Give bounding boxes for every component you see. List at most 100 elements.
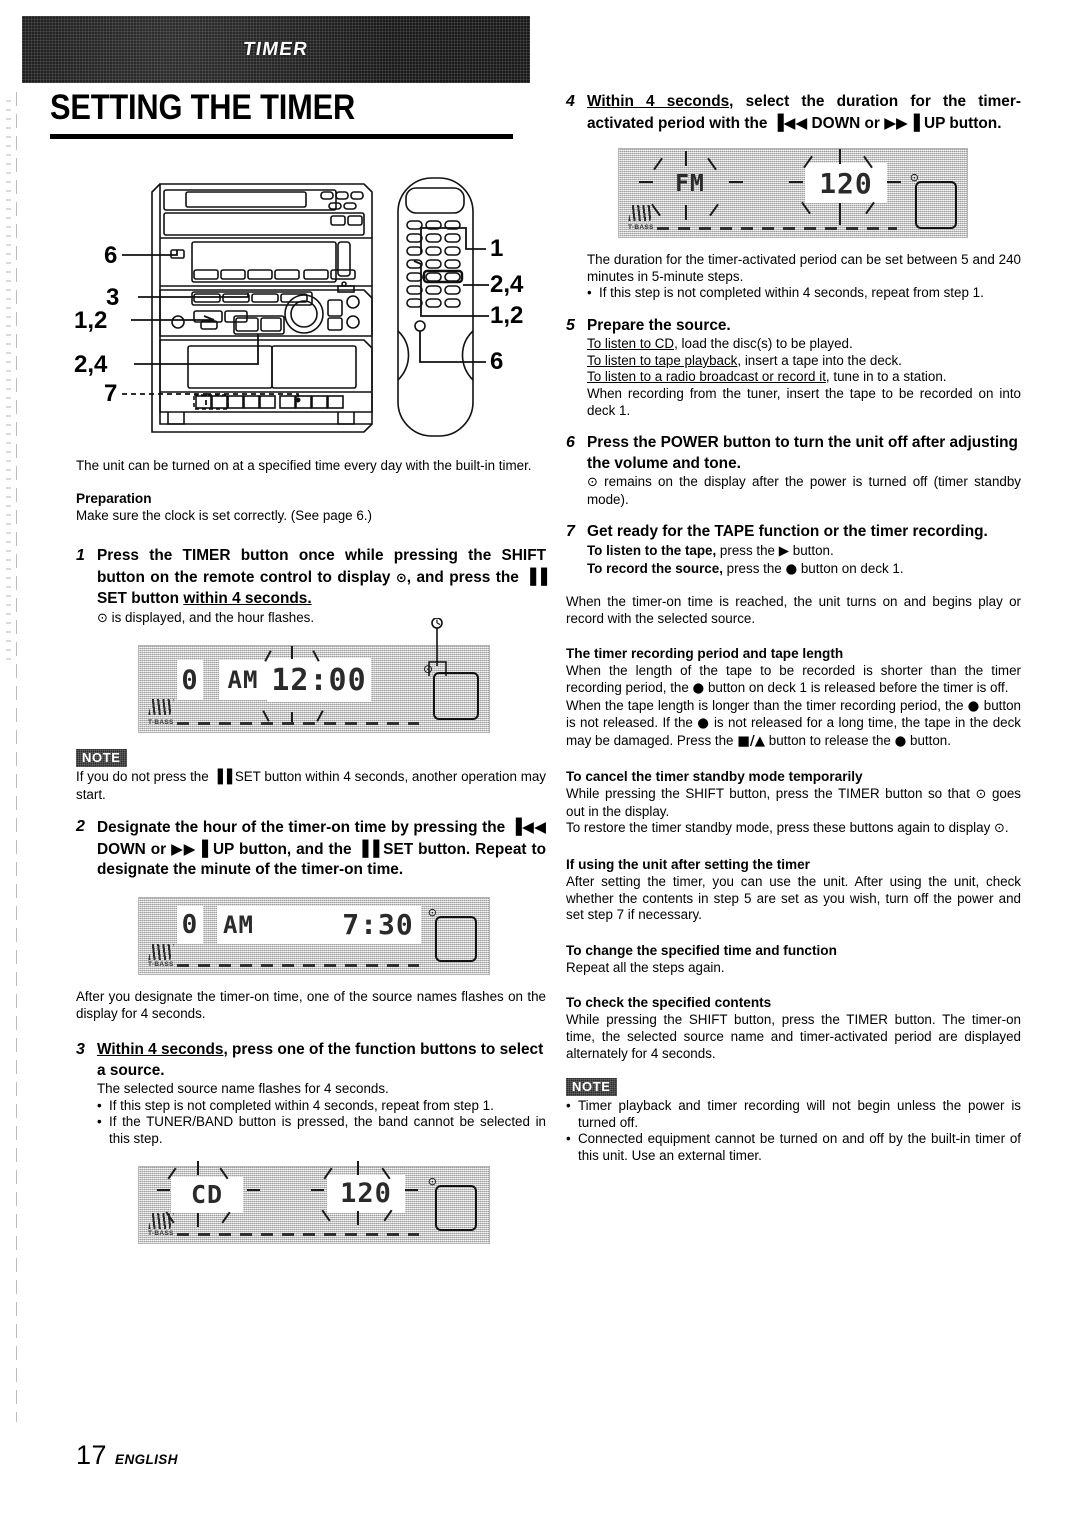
list-item: Timer playback and timer recording will …	[566, 1098, 1021, 1131]
binding-edge	[16, 92, 17, 1422]
step-6: 6 Press the POWER button to turn the uni…	[566, 433, 1021, 508]
lcd1-tbass-label: T-BASS	[148, 719, 174, 727]
cancel-p1-a: While pressing the SHIFT button, press t…	[566, 786, 976, 802]
note-1-a: If you do not press the	[76, 769, 213, 785]
note-block-2: NOTE Timer playback and timer recording …	[566, 1078, 1021, 1164]
lcd1-time: 12:00	[267, 658, 371, 703]
skip-back-icon: ▐◀◀	[771, 113, 808, 132]
manual-page: TIMER SETTING THE TIMER 6 3 1,2 2,4 7 1 …	[0, 0, 1080, 1515]
step-2: 2 Designate the hour of the timer-on tim…	[76, 817, 546, 881]
preparation-text: Make sure the clock is set correctly. (S…	[76, 507, 372, 523]
clock-icon: ⊙	[994, 821, 1005, 837]
step-4-head-b: DOWN or	[807, 114, 885, 132]
step-3-bullets: If this step is not completed within 4 s…	[97, 1098, 546, 1148]
step-5-tail: When recording from the tuner, insert th…	[587, 386, 1021, 418]
step-2-head-b: DOWN or	[97, 840, 172, 858]
step-7-line-1-a: press the	[716, 542, 779, 558]
step-5-line-2-rest: , insert a tape into the deck.	[737, 352, 902, 368]
lcd1-ampm: AM	[219, 660, 267, 701]
step-4-head-c: UP button.	[919, 114, 1002, 132]
lcd-display-1: 0 AM 12:00 T-BASS ⊙	[138, 618, 490, 734]
step-2-head-a: Designate the hour of the timer-on time …	[97, 819, 510, 837]
note-block-1: NOTE If you do not press the ▐▐ SET butt…	[76, 749, 546, 803]
step-5: 5 Prepare the source. To listen to CD, l…	[566, 316, 1021, 419]
section-tape-heading: The timer recording period and tape leng…	[566, 646, 844, 662]
after-step4-text: The duration for the timer-activated per…	[587, 252, 1021, 284]
step-6-sub: ⊙ remains on the display after the power…	[587, 474, 1021, 508]
lcd3-timer-box	[435, 1184, 477, 1231]
record-icon: ●	[692, 680, 705, 696]
step-5-line-3-rest: , tune in to a station.	[825, 369, 947, 385]
lcd4-source: FM	[675, 171, 705, 197]
step-3-heading: Within 4 seconds, press one of the funct…	[97, 1040, 546, 1081]
pause-icon: ▐▐	[212, 770, 232, 786]
note-badge: NOTE	[76, 749, 127, 767]
step-5-line-1-rest: , load the disc(s) to be played.	[674, 336, 853, 352]
stop-eject-icon: ■/▲	[737, 733, 766, 749]
step-3-number: 3	[76, 1041, 85, 1059]
right-column: 4 Within 4 seconds, select the duration …	[566, 92, 1021, 1165]
step-1-head-c: SET button	[97, 590, 184, 608]
section-change-text: Repeat all the steps again.	[566, 959, 725, 975]
clock-icon: ⊙	[587, 475, 598, 491]
cancel-p2-a: To restore the timer standby mode, press…	[566, 820, 994, 836]
lcd4-level-dashes	[657, 227, 897, 230]
section-cancel-p2: To restore the timer standby mode, press…	[566, 820, 1021, 838]
page-title: SETTING THE TIMER	[50, 88, 356, 127]
lcd2-timer-box	[435, 915, 477, 962]
lcd1-tbass-bars	[148, 699, 174, 716]
callout-left-24: 2,4	[74, 351, 108, 378]
lcd3-level-dashes	[177, 1232, 419, 1236]
record-icon: ●	[967, 698, 980, 714]
step-7-line-2-a: press the	[722, 560, 786, 576]
step-6-heading: Press the POWER button to turn the unit …	[587, 434, 1018, 472]
step-4: 4 Within 4 seconds, select the duration …	[566, 92, 1021, 134]
lcd3-tbass-bars	[148, 1212, 174, 1229]
step-1-sub: ⊙ is displayed, and the hour flashes.	[97, 610, 546, 628]
step-2-heading: Designate the hour of the timer-on time …	[97, 817, 546, 881]
step-1-heading: Press the TIMER button once while pressi…	[97, 546, 547, 610]
lcd3-source: CD	[171, 1176, 243, 1213]
pause-icon: ▐▐	[524, 567, 547, 586]
step-5-line-2-underlined: To listen to tape playback	[587, 352, 738, 368]
step-5-line-3-underlined: To listen to a radio broadcast or record…	[587, 369, 826, 385]
step-6-sub-text: remains on the display after the power i…	[587, 474, 1021, 507]
section-change-heading: To change the specified time and functio…	[566, 942, 837, 958]
step-4-heading: Within 4 seconds, select the duration fo…	[587, 92, 1021, 134]
lcd2-time: 7:30	[335, 905, 421, 944]
step-5-line-2: To listen to tape playback, insert a tap…	[587, 353, 1021, 370]
left-column: The unit can be turned on at a specified…	[76, 458, 547, 1244]
lcd3-value: 120	[327, 1174, 405, 1213]
list-item: Connected equipment cannot be turned on …	[566, 1131, 1021, 1164]
section-check-text: While pressing the SHIFT button, press t…	[566, 1012, 1021, 1061]
section-cancel-heading: To cancel the timer standby mode tempora…	[566, 769, 863, 785]
lcd1-timer-box	[433, 672, 479, 721]
step-7: 7 Get ready for the TAPE function or the…	[566, 522, 1021, 578]
step-7-line-2-c: button on deck 1.	[797, 560, 904, 576]
step-5-line-1-underlined: To listen to CD	[587, 336, 675, 352]
note-2-bullets: Timer playback and timer recording will …	[566, 1098, 1021, 1164]
skip-forward-icon: ▶▶▐	[171, 839, 208, 858]
list-item: If this step is not completed within 4 s…	[587, 285, 1021, 302]
step-5-line-1: To listen to CD, load the disc(s) to be …	[587, 336, 1021, 353]
lcd3-tbass-label: T-BASS	[148, 1229, 174, 1237]
callout-right-1: 1	[490, 235, 504, 262]
list-item: If this step is not completed within 4 s…	[97, 1098, 546, 1115]
lcd2-tbass-label: T-BASS	[148, 960, 174, 968]
step-1-sub-text: is displayed, and the hour flashes.	[107, 609, 315, 625]
lcd4-tbass-label: T-BASS	[628, 224, 654, 231]
lcd1-level-dashes	[177, 722, 419, 726]
lcd2-level-dashes	[177, 963, 419, 967]
cancel-p2-b: .	[1004, 820, 1009, 836]
step-1: 1 Press the TIMER button once while pres…	[76, 546, 547, 628]
clock-icon: ⊙	[97, 610, 108, 626]
step-3-head-underlined: Within 4 seconds	[97, 1041, 224, 1059]
callout-left-7: 7	[104, 380, 118, 407]
note-1-text: If you do not press the ▐▐ SET button wi…	[76, 769, 546, 803]
title-rule	[50, 134, 513, 139]
section-tape-p2: When the tape length is longer than the …	[566, 698, 1021, 751]
after-step2-text: After you designate the timer-on time, o…	[76, 988, 546, 1021]
skip-back-icon: ▐◀◀	[509, 818, 546, 837]
lcd2-disc-digit: 0	[177, 905, 203, 944]
lcd3-timer-icon: ⊙	[427, 1174, 437, 1188]
